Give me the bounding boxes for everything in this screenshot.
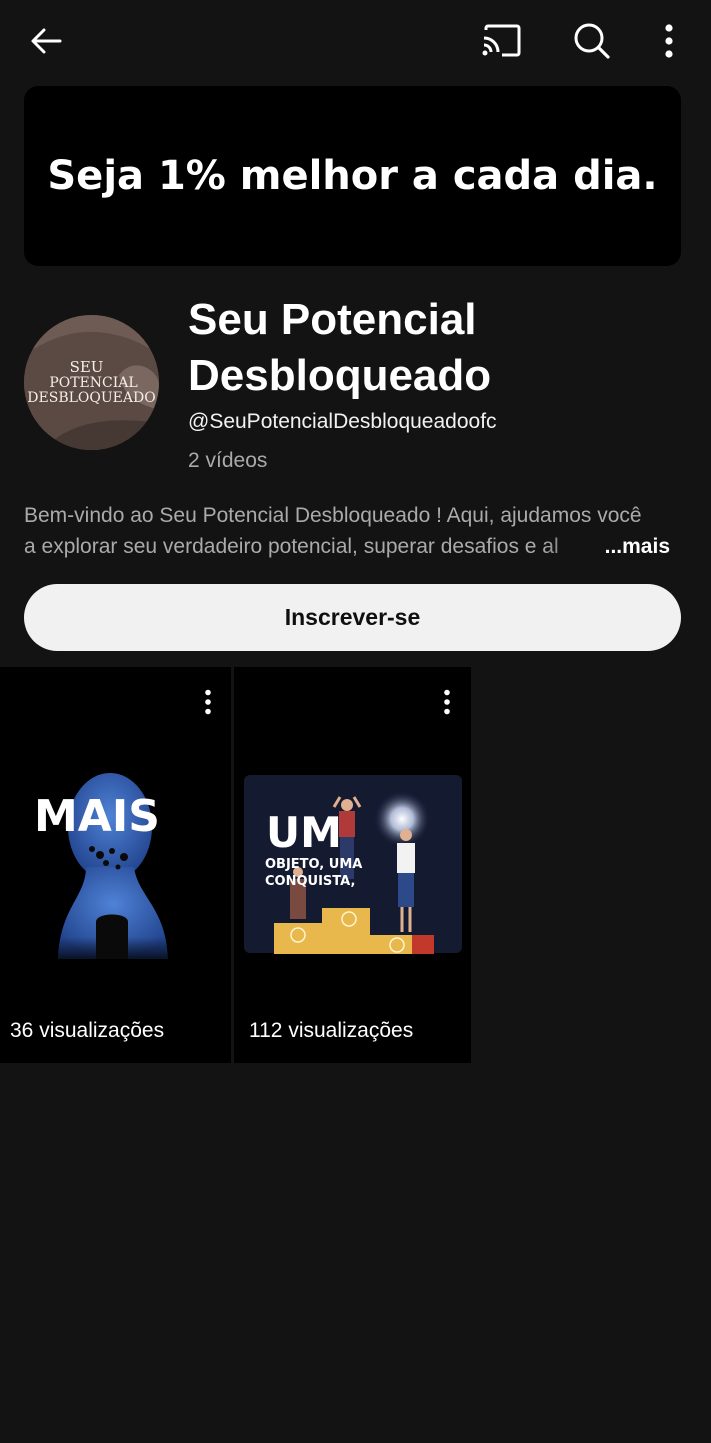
description-line-truncated: a explorar seu verdadeiro potencial, sup… — [24, 531, 686, 562]
search-button[interactable] — [566, 16, 618, 66]
top-app-bar — [0, 0, 711, 84]
more-vertical-icon — [444, 689, 450, 715]
more-link[interactable]: ...mais — [605, 531, 670, 562]
channel-description[interactable]: Bem-vindo ao Seu Potencial Desbloqueado … — [24, 500, 686, 562]
avatar-logo-line: POTENCIAL — [49, 375, 138, 391]
more-vertical-icon — [665, 24, 673, 58]
back-arrow-icon — [31, 28, 62, 54]
search-icon — [574, 23, 610, 59]
back-button[interactable] — [20, 16, 72, 66]
thumbnail-title: UM — [266, 808, 342, 857]
avatar-logo: SEU POTENCIAL DESBLOQUEADO — [24, 315, 159, 450]
channel-handle: @SeuPotencialDesbloqueadoofc — [188, 410, 497, 433]
cast-icon — [482, 24, 521, 57]
thumbnail-title: MAIS — [34, 791, 160, 842]
video-count: 2 vídeos — [188, 449, 268, 472]
description-text: a explorar seu verdadeiro potencial, sup… — [24, 535, 559, 558]
subscribe-button[interactable]: Inscrever-se — [24, 584, 681, 651]
short-views: 36 visualizações — [10, 1019, 165, 1042]
channel-banner[interactable]: Seja 1% melhor a cada dia. — [24, 86, 681, 266]
avatar-logo-line: DESBLOQUEADO — [27, 390, 156, 406]
channel-page: Seja 1% melhor a cada dia. SEU POTENCIAL… — [0, 0, 711, 1443]
short-views: 112 visualizações — [249, 1019, 414, 1042]
description-line: Bem-vindo ao Seu Potencial Desbloqueado … — [24, 504, 642, 527]
cast-button[interactable] — [474, 16, 528, 66]
channel-avatar[interactable]: SEU POTENCIAL DESBLOQUEADO — [24, 315, 159, 450]
channel-name: Seu Potencial Desbloqueado — [188, 295, 492, 400]
banner-text: Seja 1% melhor a cada dia. — [47, 153, 658, 199]
more-vertical-icon — [205, 689, 211, 715]
short-thumbnail — [55, 773, 175, 967]
short-card[interactable]: MAIS 36 visualizações — [0, 667, 231, 1063]
thumbnail-subtitle: OBJETO, UMA CONQUISTA, — [265, 857, 363, 889]
avatar-logo-line: SEU — [69, 358, 104, 376]
more-options-button[interactable] — [646, 16, 692, 66]
short-card[interactable]: UM OBJETO, UMA CONQUISTA, 112 visualizaç… — [234, 667, 471, 1063]
short-menu-button[interactable] — [193, 685, 223, 719]
short-menu-button[interactable] — [432, 685, 462, 719]
